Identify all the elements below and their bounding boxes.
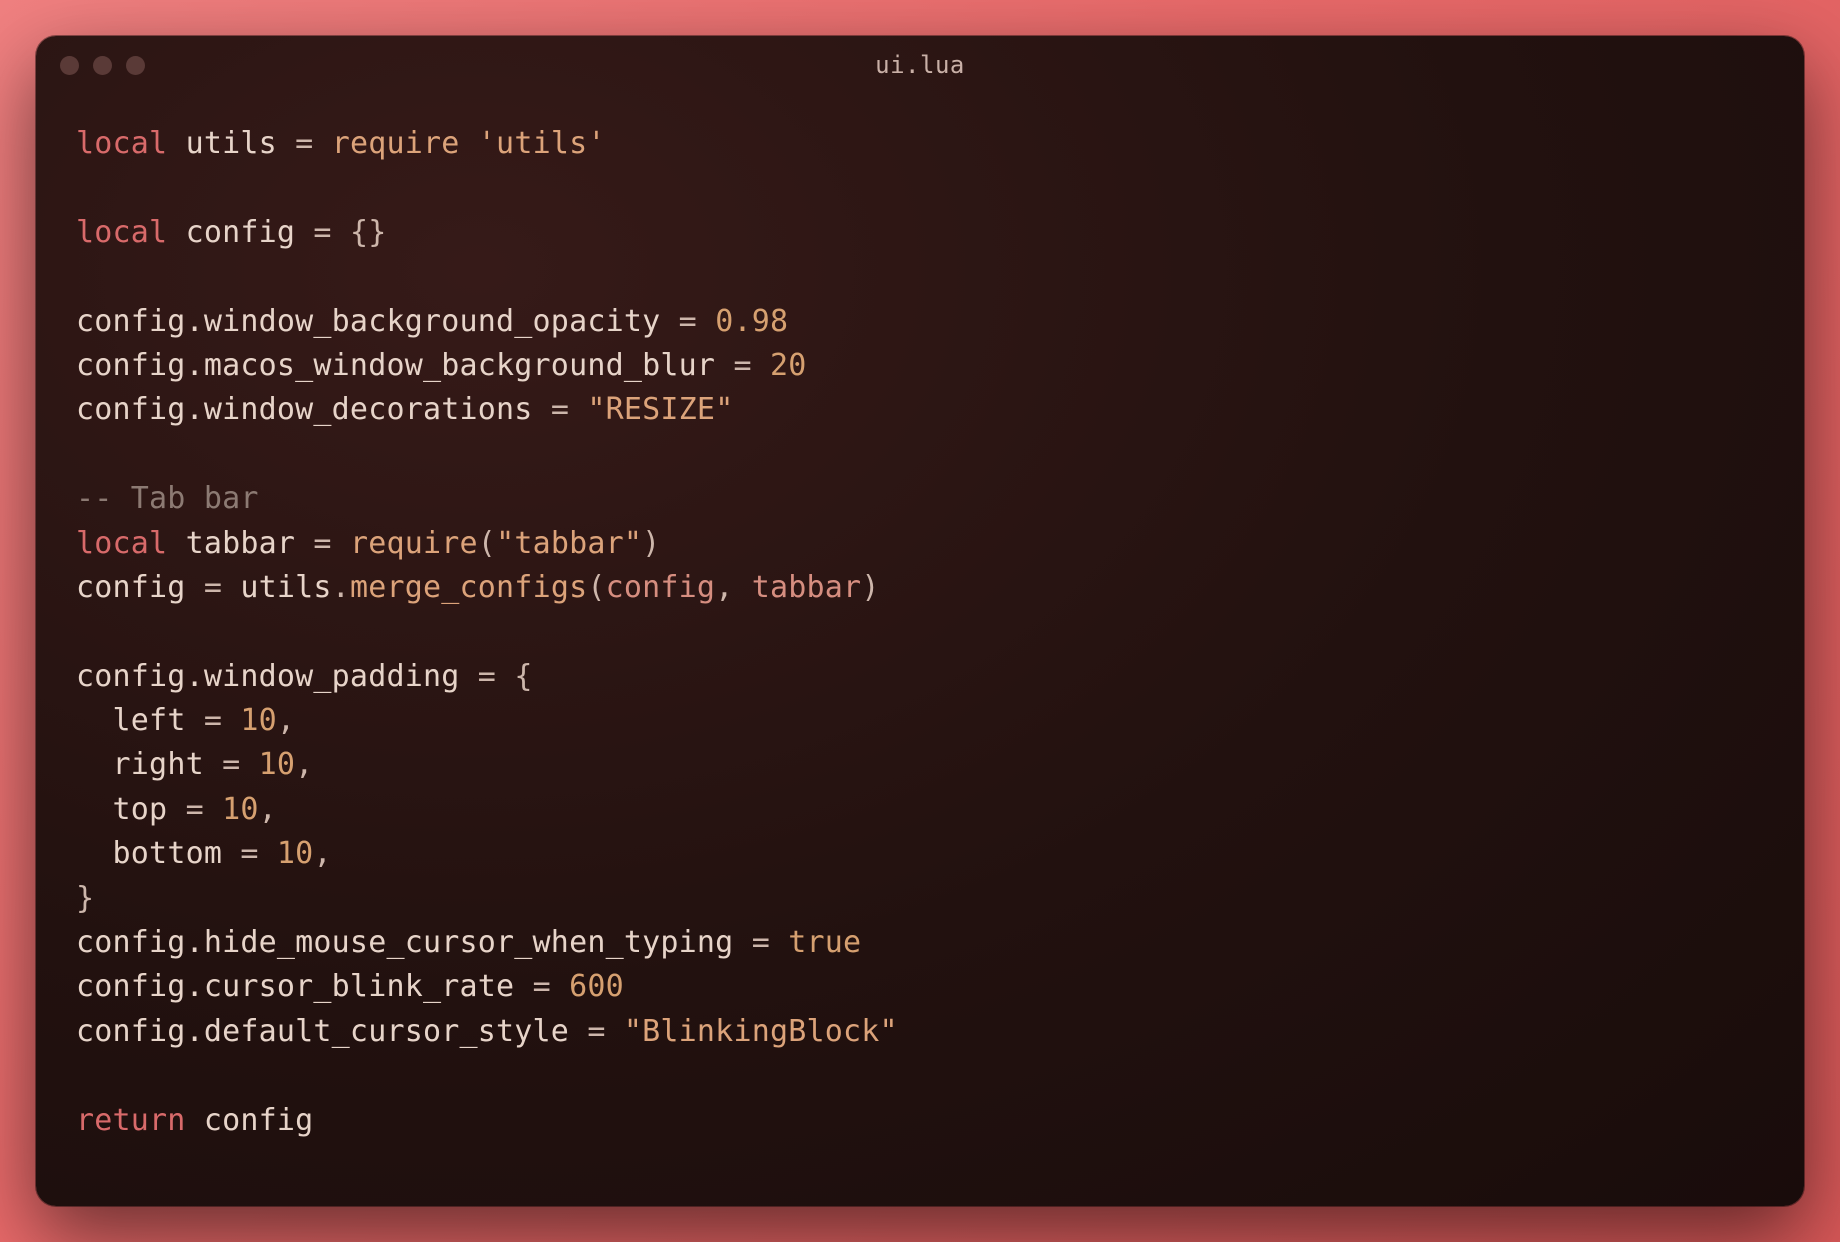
code-line: config.macos_window_background_blur = 20: [76, 348, 807, 383]
window-title: ui.lua: [36, 51, 1804, 79]
titlebar: ui.lua: [36, 36, 1804, 94]
code-line: -- Tab bar: [76, 481, 259, 516]
terminal-window: ui.lua local utils = require 'utils' loc…: [36, 36, 1804, 1206]
code-line: return config: [76, 1103, 313, 1138]
code-line: config.hide_mouse_cursor_when_typing = t…: [76, 925, 861, 960]
close-icon[interactable]: [60, 56, 79, 75]
code-line: config = utils.merge_configs(config, tab…: [76, 570, 880, 605]
code-line: config.window_decorations = "RESIZE": [76, 392, 733, 427]
code-line: }: [76, 881, 94, 916]
code-line: config.window_background_opacity = 0.98: [76, 304, 788, 339]
code-line: right = 10,: [76, 747, 313, 782]
traffic-lights: [60, 56, 145, 75]
code-line: local config = {}: [76, 215, 386, 250]
code-line: config.cursor_blink_rate = 600: [76, 969, 624, 1004]
code-editor[interactable]: local utils = require 'utils' local conf…: [36, 94, 1804, 1206]
code-line: bottom = 10,: [76, 836, 332, 871]
code-line: config.window_padding = {: [76, 659, 533, 694]
minimize-icon[interactable]: [93, 56, 112, 75]
code-line: config.default_cursor_style = "BlinkingB…: [76, 1014, 898, 1049]
code-line: local utils = require 'utils': [76, 126, 606, 161]
code-line: top = 10,: [76, 792, 277, 827]
code-line: left = 10,: [76, 703, 295, 738]
code-line: local tabbar = require("tabbar"): [76, 526, 660, 561]
zoom-icon[interactable]: [126, 56, 145, 75]
